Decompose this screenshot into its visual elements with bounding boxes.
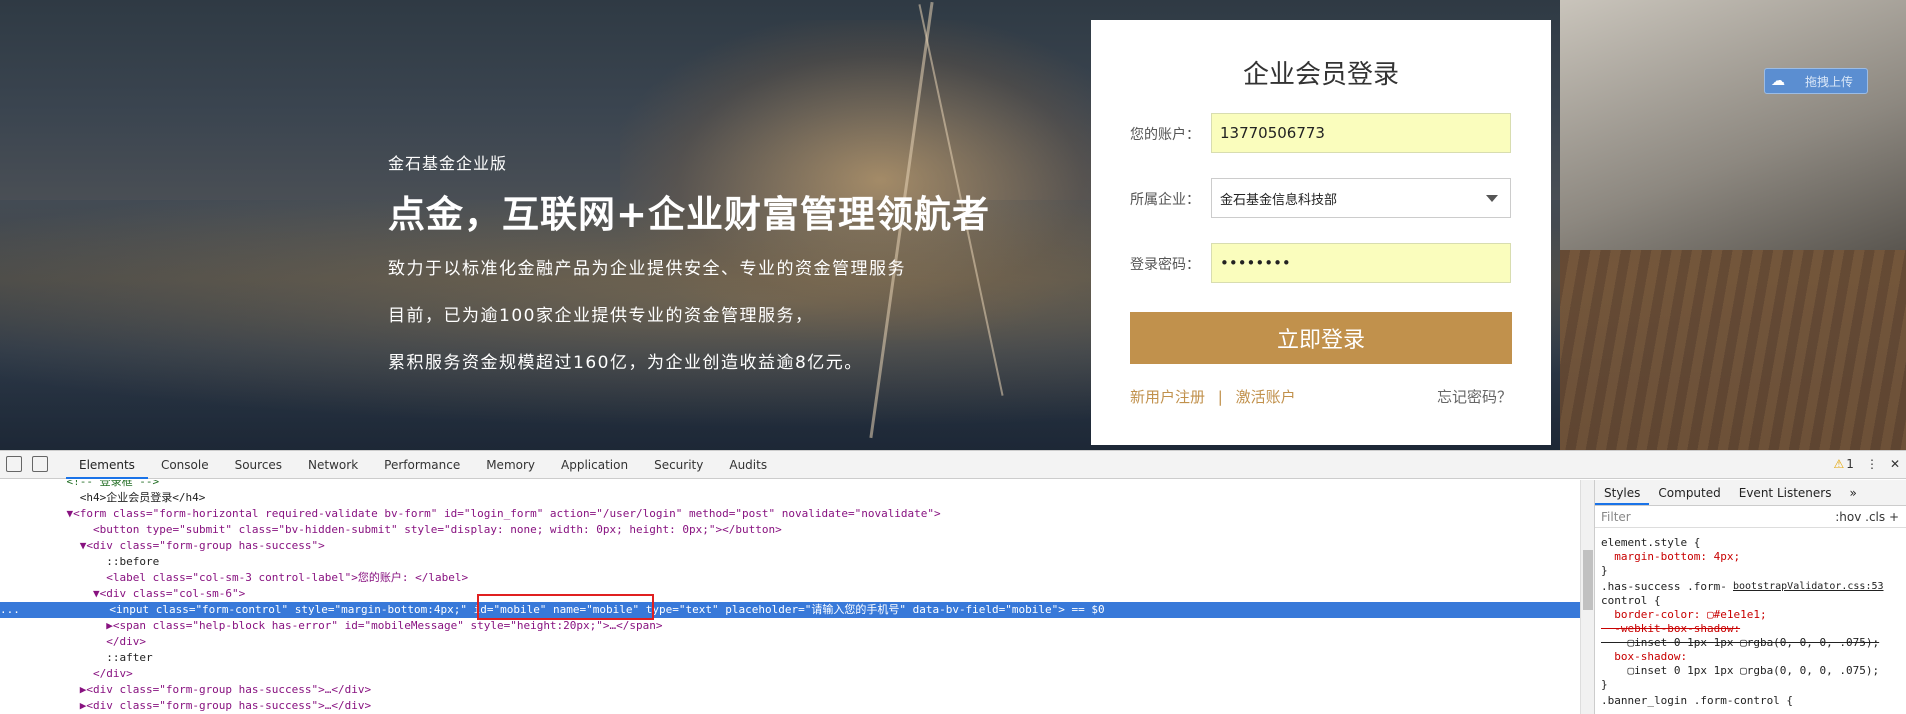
link-separator: |: [1217, 388, 1223, 406]
boat-deck: [1560, 250, 1906, 450]
promo-text: 金石基金企业版 点金，互联网+企业财富管理领航者 致力于以标准化金融产品为企业提…: [388, 150, 990, 373]
tree-line[interactable]: ▼<div class="col-sm-6">: [40, 586, 245, 602]
tab-console[interactable]: Console: [148, 451, 222, 479]
tab-security[interactable]: Security: [641, 451, 716, 479]
device-toolbar-icon[interactable]: [32, 456, 48, 472]
password-input[interactable]: ••••••••: [1211, 243, 1511, 283]
css-rule-line: }: [1601, 678, 1608, 691]
tree-line[interactable]: </div>: [40, 666, 133, 682]
company-row: 所属企业： 金石基金信息科技部: [1130, 178, 1512, 218]
css-rule-line: control {: [1601, 594, 1661, 607]
tree-line[interactable]: ▶<div class="form-group has-success">…</…: [40, 698, 371, 714]
devtools-panel: Elements Console Sources Network Perform…: [0, 450, 1906, 714]
tab-performance[interactable]: Performance: [371, 451, 473, 479]
css-rule-line: element.style {: [1601, 536, 1701, 549]
tab-application[interactable]: Application: [548, 451, 641, 479]
promo-line: 累积服务资金规模超过160亿，为企业创造收益逾8亿元。: [388, 353, 863, 373]
selected-prefix: ...: [0, 603, 20, 616]
tab-computed[interactable]: Computed: [1649, 480, 1729, 505]
tree-line[interactable]: <h4>企业会员登录</h4>: [40, 490, 206, 506]
styles-filter-input[interactable]: Filter :hov .cls +: [1595, 506, 1906, 528]
password-row: 登录密码： ••••••••: [1130, 243, 1512, 283]
css-rule-line[interactable]: box-shadow:: [1601, 650, 1687, 664]
tree-line[interactable]: </div>: [40, 634, 146, 650]
tree-line[interactable]: <!-- 登录框 -->: [40, 480, 159, 490]
boat-hull: [1560, 0, 1906, 250]
company-select[interactable]: 金石基金信息科技部: [1211, 178, 1511, 218]
tree-line[interactable]: ▶<span class="help-block has-error" id="…: [40, 618, 662, 634]
tree-line-selected[interactable]: ... <input class="form-control" style="m…: [0, 602, 1580, 618]
tree-line[interactable]: <label class="col-sm-3 control-label">您的…: [40, 570, 468, 586]
tree-line[interactable]: ▼<div class="form-group has-success">: [40, 538, 325, 554]
css-rule-line: }: [1601, 564, 1608, 577]
promo-subtitle: 金石基金企业版: [388, 154, 508, 173]
login-card: 企业会员登录 您的账户： 13770506773 所属企业： 金石基金信息科技部…: [1091, 20, 1551, 445]
tab-audits[interactable]: Audits: [716, 451, 780, 479]
tree-line[interactable]: ▶<div class="form-group has-success">…</…: [40, 682, 371, 698]
login-button[interactable]: 立即登录: [1130, 312, 1512, 364]
css-rule-line[interactable]: border-color: ▢#e1e1e1;: [1601, 608, 1766, 622]
company-value: 金石基金信息科技部: [1220, 192, 1338, 208]
tree-line[interactable]: ::before: [40, 554, 159, 570]
filter-placeholder: Filter: [1601, 510, 1631, 524]
elements-scrollbar[interactable]: [1580, 480, 1594, 714]
promo-line: 目前，已为逾100家企业提供专业的资金管理服务，: [388, 306, 814, 326]
tree-line[interactable]: ▼<form class="form-horizontal required-v…: [40, 506, 940, 522]
css-rule-line: .has-success .form-: [1601, 580, 1727, 593]
tab-network[interactable]: Network: [295, 451, 371, 479]
activate-link[interactable]: 激活账户: [1236, 388, 1296, 406]
tab-styles[interactable]: Styles: [1595, 480, 1650, 505]
highlight-box: [477, 594, 654, 620]
css-rule-line[interactable]: ▢inset 0 1px 1px ▢rgba(0, 0, 0, .075);: [1601, 636, 1879, 650]
upload-label: 拖拽上传: [1805, 74, 1854, 89]
css-rule-line: .banner_login .form-control {: [1601, 694, 1794, 707]
warning-icon[interactable]: ⚠: [1834, 457, 1845, 471]
account-row: 您的账户： 13770506773: [1130, 113, 1512, 153]
close-icon[interactable]: ✕: [1890, 457, 1900, 471]
register-link[interactable]: 新用户注册: [1130, 388, 1205, 406]
css-rule-line[interactable]: ▢inset 0 1px 1px ▢rgba(0, 0, 0, .075);: [1601, 664, 1879, 678]
company-label: 所属企业：: [1130, 192, 1200, 208]
tab-memory[interactable]: Memory: [473, 451, 548, 479]
filter-options[interactable]: :hov .cls +: [1835, 510, 1899, 524]
account-input[interactable]: 13770506773: [1211, 113, 1511, 153]
tree-line[interactable]: <button type="submit" class="bv-hidden-s…: [40, 522, 782, 538]
chevron-down-icon: [1486, 195, 1498, 202]
tab-elements[interactable]: Elements: [66, 451, 148, 479]
upload-button[interactable]: ☁ 拖拽上传: [1764, 68, 1868, 94]
more-tabs-icon[interactable]: »: [1840, 480, 1865, 505]
css-rule-line[interactable]: margin-bottom: 4px;: [1601, 550, 1740, 564]
elements-tree: <!-- 登录框 --> <h4>企业会员登录</h4> ▼<form clas…: [0, 480, 1580, 714]
login-title: 企业会员登录: [1242, 60, 1399, 90]
tab-event-listeners[interactable]: Event Listeners: [1730, 480, 1841, 505]
styles-pane: Styles Computed Event Listeners » Filter…: [1594, 480, 1906, 714]
hero-banner: 金石基金企业版 点金，互联网+企业财富管理领航者 致力于以标准化金融产品为企业提…: [0, 0, 1906, 450]
devtools-tabbar: Elements Console Sources Network Perform…: [0, 451, 1906, 479]
tab-sources[interactable]: Sources: [222, 451, 295, 479]
promo-line: 致力于以标准化金融产品为企业提供安全、专业的资金管理服务: [388, 259, 906, 279]
inspect-element-icon[interactable]: [6, 456, 22, 472]
warning-count: 1: [1846, 457, 1854, 471]
forgot-password-link[interactable]: 忘记密码？: [1437, 386, 1512, 407]
css-rule-line[interactable]: -webkit-box-shadow:: [1601, 622, 1740, 636]
password-label: 登录密码：: [1130, 257, 1200, 273]
login-links: 新用户注册 | 激活账户 忘记密码？: [1130, 386, 1512, 407]
more-options-icon[interactable]: ⋮: [1866, 457, 1878, 471]
tree-line[interactable]: ::after: [40, 650, 152, 666]
promo-headline: 点金，互联网+企业财富管理领航者: [388, 193, 991, 236]
scrollbar-thumb[interactable]: [1583, 550, 1593, 610]
account-label: 您的账户：: [1130, 127, 1200, 143]
cloud-icon: ☁: [1771, 73, 1785, 89]
css-source-link[interactable]: bootstrapValidator.css:53: [1733, 580, 1884, 594]
